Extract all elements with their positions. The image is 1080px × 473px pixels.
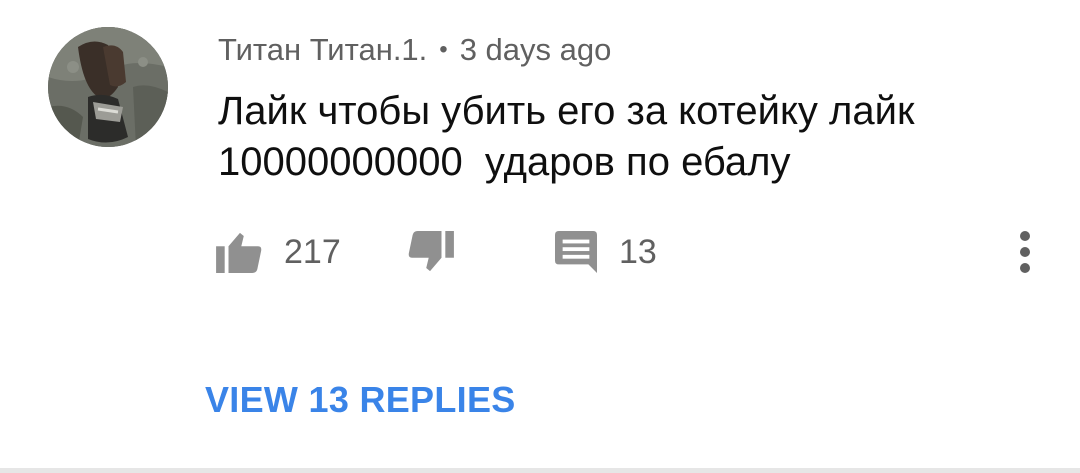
thumbs-down-icon	[408, 231, 454, 272]
like-count: 217	[284, 232, 341, 271]
thumbs-up-icon	[216, 232, 262, 273]
meta-separator: •	[439, 36, 448, 63]
comment-text-line: Лайк чтобы убить его за котейку лайк	[218, 89, 915, 133]
dislike-button[interactable]	[408, 222, 454, 282]
reply-button[interactable]: 13	[555, 222, 657, 282]
reply-comment-icon	[555, 231, 597, 273]
author-avatar[interactable]	[48, 27, 168, 147]
more-options-button[interactable]	[1008, 224, 1042, 280]
author-name[interactable]: Титан Титан.1.	[218, 32, 427, 68]
comment-timestamp[interactable]: 3 days ago	[460, 32, 612, 68]
comment-text-line: 10000000000 ударов по ебалу	[218, 140, 791, 184]
comment-actions: 217 13	[0, 222, 1080, 282]
comment-text: Лайк чтобы убить его за котейку лайк 100…	[218, 86, 1038, 188]
comment-item: Титан Титан.1. • 3 days ago Лайк чтобы у…	[0, 0, 1080, 468]
like-button[interactable]: 217	[216, 222, 341, 282]
reply-count: 13	[619, 232, 657, 271]
comment-meta: Титан Титан.1. • 3 days ago	[218, 30, 611, 70]
comment-divider	[0, 468, 1080, 473]
avatar-photo	[48, 27, 168, 147]
more-vertical-icon	[1020, 231, 1030, 273]
view-replies-link[interactable]: VIEW 13 REPLIES	[205, 376, 516, 424]
